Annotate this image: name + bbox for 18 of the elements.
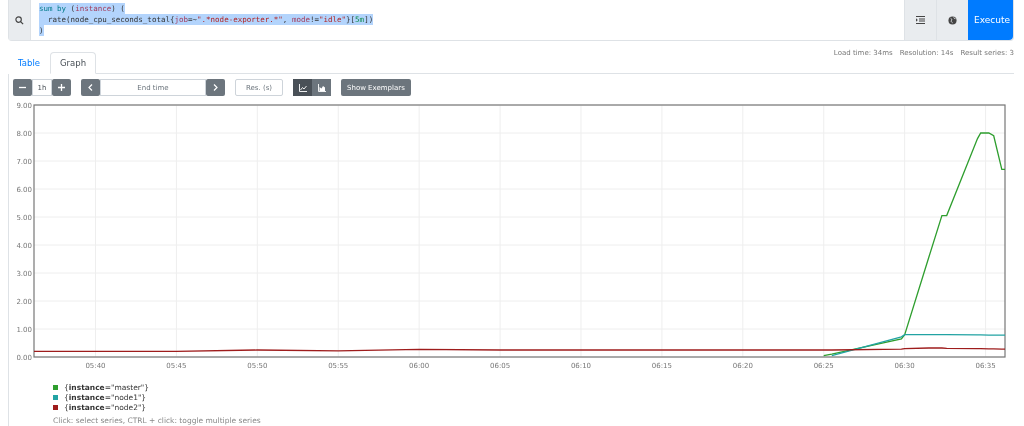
metrics-explorer-button[interactable]: [936, 0, 968, 40]
globe-icon: [948, 15, 957, 25]
tab[interactable]: Graph: [50, 52, 97, 74]
decrease-range-button[interactable]: [13, 79, 32, 96]
execute-button[interactable]: Execute: [968, 0, 1013, 40]
line-chart-icon: [298, 83, 307, 92]
chevron-right-icon: [213, 84, 218, 91]
area-chart-icon: [317, 83, 326, 92]
search-icon: [15, 15, 24, 25]
next-button[interactable]: [206, 79, 225, 96]
plus-icon: [58, 84, 65, 91]
minus-icon: [19, 84, 26, 91]
chart-mode-button[interactable]: [312, 79, 331, 96]
increase-range-button[interactable]: [52, 79, 71, 96]
indent-icon: [916, 16, 925, 24]
chevron-left-icon: [88, 84, 93, 91]
previous-button[interactable]: [81, 79, 100, 96]
chart-mode-button[interactable]: [293, 79, 312, 96]
